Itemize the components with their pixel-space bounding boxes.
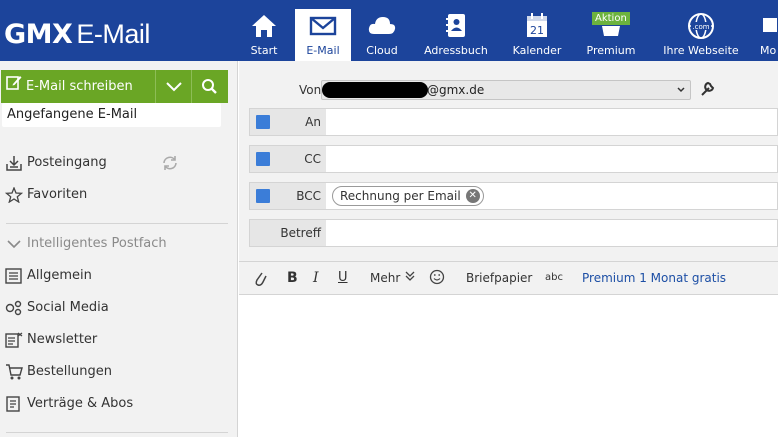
from-address-select[interactable]: @gmx.de bbox=[321, 80, 691, 100]
svg-text:21: 21 bbox=[530, 24, 544, 37]
sidebar-item-favoriten[interactable]: Favoriten bbox=[5, 184, 225, 206]
list-icon bbox=[5, 268, 22, 284]
compose-button-group: E-Mail schreiben bbox=[1, 70, 228, 103]
subject-field-label-box: Betreff bbox=[250, 220, 326, 246]
cloud-icon bbox=[356, 12, 408, 42]
bcc-field-label-box: BCC bbox=[250, 183, 326, 209]
more-icon bbox=[760, 12, 778, 42]
smiley-icon bbox=[429, 269, 445, 285]
nav-ihre-webseite[interactable]: .com Ihre Webseite bbox=[657, 9, 745, 61]
envelope-icon bbox=[295, 12, 351, 42]
sidebar-item-newsletter[interactable]: Newsletter bbox=[5, 329, 225, 351]
globe-icon: .com bbox=[657, 12, 745, 42]
paperclip-icon bbox=[255, 272, 267, 286]
social-icon bbox=[5, 300, 22, 316]
aktion-badge: Aktion bbox=[592, 12, 630, 25]
stationery-button[interactable]: Briefpapier bbox=[466, 262, 532, 294]
chevron-down-icon bbox=[7, 240, 21, 249]
spellcheck-button[interactable]: abc bbox=[545, 262, 563, 294]
to-field-label-box: An bbox=[250, 109, 326, 135]
italic-button[interactable]: I bbox=[313, 262, 319, 294]
sidebar-section-intelligentes-postfach[interactable]: Intelligentes Postfach bbox=[5, 233, 225, 255]
search-icon bbox=[202, 79, 217, 94]
nav-premium[interactable]: Aktion Premium bbox=[582, 9, 640, 61]
to-field[interactable]: An bbox=[249, 108, 778, 136]
chevron-down-icon bbox=[676, 81, 686, 104]
redacted-address bbox=[322, 82, 428, 98]
top-navigation-bar: GMX E-Mail Start E-Mail Cloud Adressbuch … bbox=[0, 0, 778, 61]
svg-text:.com: .com bbox=[692, 23, 709, 31]
contact-book-icon[interactable] bbox=[256, 115, 270, 129]
gmx-logo[interactable]: GMX E-Mail bbox=[4, 19, 150, 50]
wrench-icon[interactable] bbox=[698, 80, 716, 98]
nav-email[interactable]: E-Mail bbox=[295, 9, 351, 61]
sidebar-item-vertraege-abos[interactable]: Verträge & Abos bbox=[5, 393, 225, 415]
nav-start[interactable]: Start bbox=[238, 9, 290, 61]
compose-icon bbox=[6, 70, 22, 103]
spellcheck-icon: abc bbox=[545, 272, 563, 283]
remove-recipient-icon[interactable]: ✕ bbox=[465, 189, 480, 203]
cc-field-label-box: CC bbox=[250, 146, 326, 172]
sidebar-divider bbox=[6, 432, 228, 433]
formatting-toolbar: B I U Mehr Briefpapier abc Premium 1 Mon… bbox=[239, 261, 778, 295]
refresh-icon[interactable] bbox=[161, 155, 179, 171]
cart-icon bbox=[6, 364, 23, 380]
more-formatting-button[interactable]: Mehr bbox=[370, 262, 416, 294]
sidebar-item-social-media[interactable]: Social Media bbox=[5, 297, 225, 319]
sidebar: E-Mail schreiben Angefangene E-Mail Post… bbox=[0, 61, 238, 437]
sidebar-divider bbox=[6, 223, 228, 224]
bcc-field[interactable]: BCC Rechnung per Email ✕ bbox=[249, 182, 778, 210]
cc-field[interactable]: CC bbox=[249, 145, 778, 173]
draft-email-indicator[interactable]: Angefangene E-Mail bbox=[2, 103, 221, 127]
compose-panel: Von @gmx.de An CC BCC Rechnung per Email… bbox=[239, 61, 778, 437]
chevron-down-icon bbox=[166, 82, 182, 92]
search-button[interactable] bbox=[192, 70, 228, 103]
contact-book-icon[interactable] bbox=[256, 152, 270, 166]
sidebar-item-posteingang[interactable]: Posteingang bbox=[5, 152, 225, 174]
nav-kalender[interactable]: 21 Kalender bbox=[508, 9, 566, 61]
sidebar-item-allgemein[interactable]: Allgemein bbox=[5, 265, 225, 287]
inbox-icon bbox=[6, 156, 22, 171]
nav-cloud[interactable]: Cloud bbox=[356, 9, 408, 61]
home-icon bbox=[238, 12, 290, 42]
subject-field[interactable]: Betreff bbox=[249, 219, 778, 247]
double-chevron-down-icon bbox=[405, 271, 415, 281]
nav-adressbuch[interactable]: Adressbuch bbox=[421, 9, 491, 61]
from-label: Von bbox=[299, 83, 322, 97]
contact-book-icon[interactable] bbox=[256, 189, 270, 203]
contract-icon bbox=[6, 396, 20, 412]
message-body-editor[interactable] bbox=[239, 295, 778, 437]
recipient-chip[interactable]: Rechnung per Email ✕ bbox=[332, 186, 484, 206]
address-book-icon bbox=[421, 12, 491, 42]
newsletter-icon bbox=[5, 332, 23, 348]
premium-trial-link[interactable]: Premium 1 Monat gratis bbox=[582, 262, 726, 294]
sidebar-item-bestellungen[interactable]: Bestellungen bbox=[5, 361, 225, 383]
nav-more[interactable]: Mo bbox=[760, 9, 778, 61]
compose-email-button[interactable]: E-Mail schreiben bbox=[1, 70, 156, 103]
calendar-icon: 21 bbox=[508, 12, 566, 42]
underline-button[interactable]: U bbox=[338, 262, 348, 294]
star-icon bbox=[5, 187, 23, 203]
compose-options-dropdown[interactable] bbox=[156, 70, 192, 103]
bold-button[interactable]: B bbox=[287, 262, 298, 294]
